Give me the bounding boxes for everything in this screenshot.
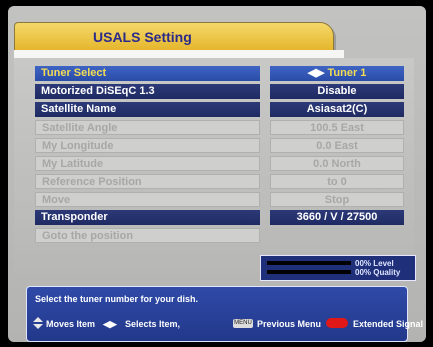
row-label-motorized-diseqc[interactable]: Motorized DiSEqC 1.3 xyxy=(35,84,260,99)
page-title: USALS Setting xyxy=(93,29,192,45)
hint-select: Selects Item, xyxy=(125,319,181,329)
row-label-reference-position: Reference Position xyxy=(35,174,260,189)
row-label-satellite-name[interactable]: Satellite Name xyxy=(35,102,260,117)
quality-bar xyxy=(267,270,351,274)
row-label-goto-position: Goto the position xyxy=(35,228,260,243)
row-value-my-latitude: 0.0 North xyxy=(270,156,404,171)
menu-key-icon: MENU xyxy=(233,319,253,328)
level-label: 00% Level xyxy=(355,259,394,268)
row-label-tuner-select[interactable]: Tuner Select xyxy=(35,66,260,81)
row-value-transponder[interactable]: 3660 / V / 27500 xyxy=(270,210,404,225)
row-label-transponder[interactable]: Transponder xyxy=(35,210,260,225)
hint-previous-menu: Previous Menu xyxy=(257,319,322,329)
quality-label: 00% Quality xyxy=(355,268,401,277)
signal-meter: 00% Level 00% Quality xyxy=(260,255,416,281)
row-value-my-longitude: 0.0 East xyxy=(270,138,404,153)
help-box: Select the tuner number for your dish. M… xyxy=(26,286,423,342)
title-tab: USALS Setting xyxy=(14,22,334,52)
level-bar xyxy=(267,261,351,265)
hint-move: Moves Item xyxy=(46,319,96,329)
row-value-move: Stop xyxy=(270,192,404,207)
row-value-motorized-diseqc[interactable]: Disable xyxy=(270,84,404,99)
row-value-reference-position: to 0 xyxy=(270,174,404,189)
row-value-tuner-select[interactable]: ◀▶ Tuner 1 xyxy=(270,66,404,81)
row-label-my-longitude: My Longitude xyxy=(35,138,260,153)
help-message: Select the tuner number for your dish. xyxy=(35,294,199,304)
row-label-satellite-angle: Satellite Angle xyxy=(35,120,260,135)
row-label-my-latitude: My Latitude xyxy=(35,156,260,171)
up-down-arrows-icon xyxy=(33,317,43,329)
row-value-satellite-name[interactable]: Asiasat2(C) xyxy=(270,102,404,117)
left-right-arrows-icon: ◀▶ xyxy=(307,67,325,79)
tuner-value: Tuner 1 xyxy=(327,67,367,79)
hint-extended-signal: Extended Signal xyxy=(353,319,424,329)
red-oval-icon xyxy=(326,318,348,328)
row-value-satellite-angle: 100.5 East xyxy=(270,120,404,135)
left-right-arrows-icon: ◀▶ xyxy=(103,319,117,329)
row-label-move: Move xyxy=(35,192,260,207)
